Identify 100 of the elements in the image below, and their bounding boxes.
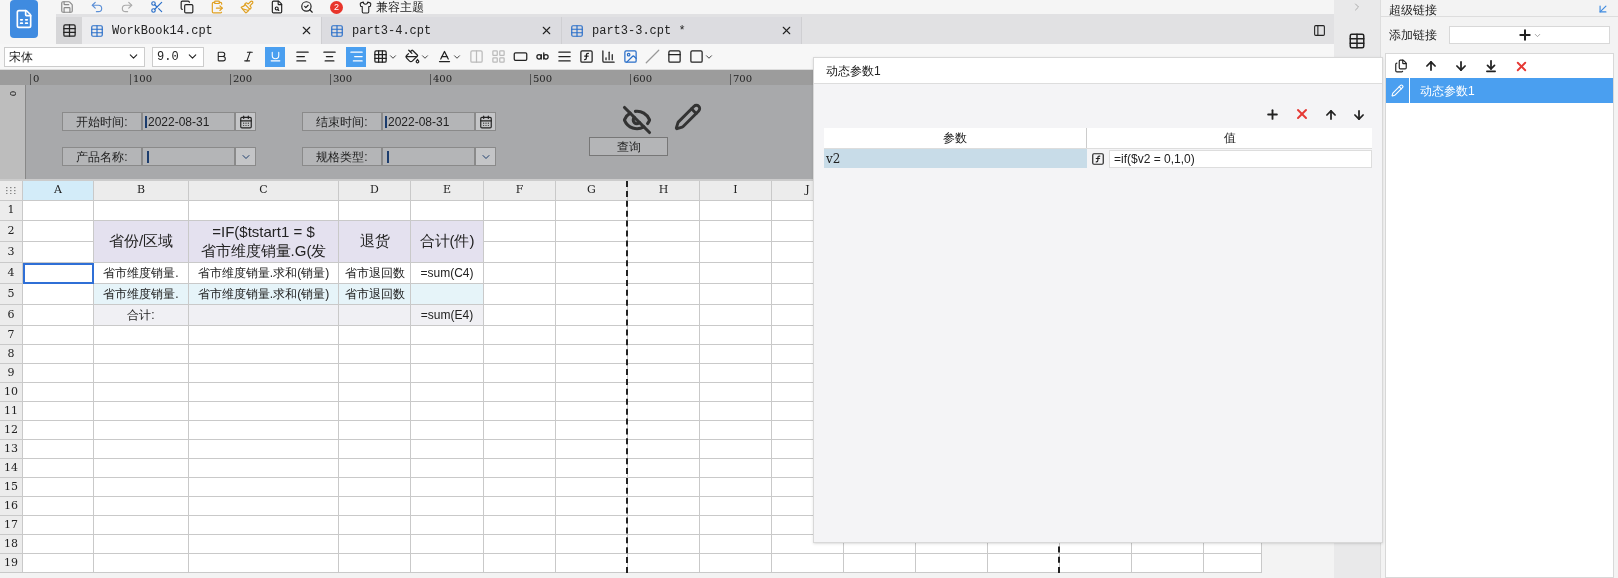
- table-cell[interactable]: [844, 554, 916, 573]
- table-cell[interactable]: [23, 402, 94, 421]
- table-cell[interactable]: 省份/区域: [94, 221, 189, 263]
- table-cell[interactable]: [339, 345, 411, 364]
- table-cell[interactable]: [628, 284, 700, 305]
- table-cell[interactable]: [23, 440, 94, 459]
- table-cell[interactable]: [339, 305, 411, 326]
- file-tab[interactable]: part3-4.cpt: [322, 17, 562, 44]
- table-cell[interactable]: =sum(C4): [411, 263, 484, 284]
- row-header[interactable]: 13: [0, 440, 23, 459]
- table-cell[interactable]: [411, 364, 484, 383]
- new-sheet-icon[interactable]: [56, 17, 82, 44]
- table-cell[interactable]: [94, 459, 189, 478]
- table-cell[interactable]: [700, 242, 772, 263]
- table-cell[interactable]: [556, 516, 628, 535]
- table-cell[interactable]: 省市维度销量.求和(销量): [189, 284, 339, 305]
- table-cell[interactable]: [700, 345, 772, 364]
- table-cell[interactable]: [556, 478, 628, 497]
- table-cell[interactable]: [628, 459, 700, 478]
- table-cell[interactable]: [94, 440, 189, 459]
- table-cell[interactable]: [1060, 554, 1132, 573]
- table-cell[interactable]: [23, 516, 94, 535]
- frame-icon[interactable]: [689, 49, 714, 64]
- table-cell[interactable]: [189, 459, 339, 478]
- column-header[interactable]: B: [94, 181, 189, 201]
- table-cell[interactable]: [339, 421, 411, 440]
- calendar-icon[interactable]: [475, 112, 496, 131]
- table-cell[interactable]: [411, 478, 484, 497]
- table-cell[interactable]: [556, 284, 628, 305]
- table-cell[interactable]: [556, 221, 628, 242]
- table-cell[interactable]: [189, 535, 339, 554]
- table-cell[interactable]: [1132, 554, 1204, 573]
- table-cell[interactable]: [556, 383, 628, 402]
- table-cell[interactable]: [339, 402, 411, 421]
- column-header[interactable]: I: [700, 181, 772, 201]
- table-cell[interactable]: [700, 402, 772, 421]
- table-cell[interactable]: [628, 402, 700, 421]
- file-tab[interactable]: WorkBook14.cpt: [82, 17, 322, 44]
- table-cell[interactable]: [700, 516, 772, 535]
- table-cell[interactable]: [700, 383, 772, 402]
- table-cell[interactable]: [411, 554, 484, 573]
- chart-icon[interactable]: [601, 49, 616, 64]
- table-cell[interactable]: [189, 364, 339, 383]
- formula-field[interactable]: =if($v2 = 0,1,0): [1109, 149, 1372, 168]
- file-tab[interactable]: part3-3.cpt *: [562, 17, 802, 44]
- row-header[interactable]: 14: [0, 459, 23, 478]
- date-field[interactable]: 2022-08-31: [142, 112, 235, 131]
- table-cell[interactable]: [484, 440, 556, 459]
- table-cell[interactable]: [94, 383, 189, 402]
- table-cell[interactable]: [94, 535, 189, 554]
- preview-icon[interactable]: [270, 0, 284, 14]
- table-cell[interactable]: [23, 263, 94, 284]
- row-header[interactable]: 18: [0, 535, 23, 554]
- table-cell[interactable]: [189, 201, 339, 221]
- table-cell[interactable]: [411, 284, 484, 305]
- table-cell[interactable]: [94, 402, 189, 421]
- table-cell[interactable]: [411, 201, 484, 221]
- undo-icon[interactable]: [90, 0, 104, 14]
- table-cell[interactable]: [484, 345, 556, 364]
- table-cell[interactable]: 退货: [339, 221, 411, 263]
- table-cell[interactable]: [189, 326, 339, 345]
- table-cell[interactable]: [628, 263, 700, 284]
- table-cell[interactable]: [189, 554, 339, 573]
- table-cell[interactable]: [484, 554, 556, 573]
- table-cell[interactable]: [189, 440, 339, 459]
- row-header[interactable]: 11: [0, 402, 23, 421]
- table-cell[interactable]: [916, 554, 988, 573]
- table-cell[interactable]: [484, 201, 556, 221]
- row-header[interactable]: 19: [0, 554, 23, 573]
- table-cell[interactable]: [628, 383, 700, 402]
- table-cell[interactable]: [1204, 554, 1262, 573]
- table-cell[interactable]: [556, 364, 628, 383]
- copy-icon[interactable]: [1394, 59, 1408, 73]
- table-cell[interactable]: [700, 535, 772, 554]
- table-cell[interactable]: 合计(件): [411, 221, 484, 263]
- add-link-button[interactable]: [1449, 26, 1610, 44]
- subreport-icon[interactable]: [667, 49, 682, 64]
- table-cell[interactable]: [700, 305, 772, 326]
- table-cell[interactable]: [988, 554, 1060, 573]
- pencil-icon[interactable]: [674, 103, 702, 131]
- table-cell[interactable]: [189, 345, 339, 364]
- table-cell[interactable]: [189, 421, 339, 440]
- table-cell[interactable]: [556, 242, 628, 263]
- underline-icon[interactable]: [265, 46, 285, 67]
- table-cell[interactable]: [411, 421, 484, 440]
- table-cell[interactable]: [411, 402, 484, 421]
- sheet-icon[interactable]: [330, 23, 344, 38]
- table-cell[interactable]: [189, 402, 339, 421]
- table-cell[interactable]: [556, 305, 628, 326]
- table-cell[interactable]: [94, 478, 189, 497]
- table-cell[interactable]: [23, 201, 94, 221]
- dropdown-field[interactable]: [142, 147, 235, 166]
- font-size-select[interactable]: 9.0: [152, 46, 204, 67]
- date-field[interactable]: 2022-08-31: [382, 112, 475, 131]
- table-cell[interactable]: [556, 497, 628, 516]
- table-cell[interactable]: [94, 201, 189, 221]
- table-cell[interactable]: [189, 497, 339, 516]
- table-cell[interactable]: v2: [824, 149, 1087, 168]
- table-cell[interactable]: [628, 421, 700, 440]
- delete-icon[interactable]: [1294, 106, 1310, 122]
